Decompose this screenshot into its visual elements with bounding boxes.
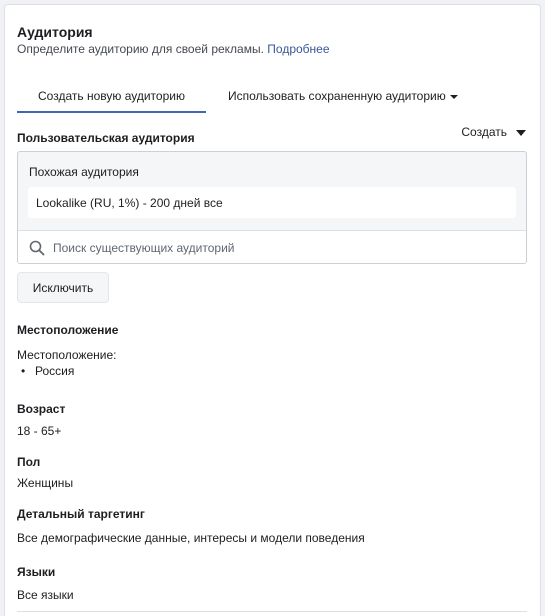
create-label: Создать [461, 125, 507, 139]
age-value: 18 - 65+ [17, 424, 62, 438]
audience-tabs: Создать новую аудиторию Использовать сох… [17, 79, 517, 113]
learn-more-link[interactable]: Подробнее [267, 42, 329, 56]
create-audience-dropdown[interactable]: Создать [461, 125, 526, 139]
detailed-targeting-heading: Детальный таргетинг [17, 507, 145, 521]
custom-audience-box: Похожая аудитория Lookalike (RU, 1%) - 2… [17, 151, 527, 264]
search-icon [29, 240, 45, 256]
section-title: Аудитория [17, 24, 93, 40]
section-subtitle: Определите аудиторию для своей рекламы. … [17, 42, 330, 56]
divider [17, 611, 527, 612]
chevron-down-icon [449, 94, 458, 99]
audience-search-input[interactable] [53, 239, 493, 257]
audience-card: Аудитория Определите аудиторию для своей… [4, 4, 541, 616]
tab-label: Создать новую аудиторию [38, 89, 185, 103]
subtitle-text: Определите аудиторию для своей рекламы. [17, 42, 264, 56]
tab-use-saved-audience[interactable]: Использовать сохраненную аудиторию [228, 79, 458, 113]
languages-value: Все языки [17, 588, 74, 602]
location-heading: Местоположение [17, 323, 119, 337]
detailed-targeting-value: Все демографические данные, интересы и м… [17, 531, 365, 545]
location-item-text: Россия [35, 364, 75, 378]
exclude-button[interactable]: Исключить [17, 272, 109, 303]
age-heading: Возраст [17, 402, 66, 416]
languages-heading: Языки [17, 565, 56, 579]
caret-down-icon [516, 129, 526, 136]
audience-search-row[interactable] [18, 230, 526, 263]
location-sub-label: Местоположение: [17, 348, 117, 362]
gender-heading: Пол [17, 455, 41, 469]
location-item: Россия [21, 364, 75, 378]
lookalike-heading: Похожая аудитория [29, 165, 139, 179]
tab-label: Использовать сохраненную аудиторию [228, 89, 446, 103]
custom-audience-label: Пользовательская аудитория [17, 131, 195, 145]
tab-create-new-audience[interactable]: Создать новую аудиторию [17, 79, 206, 113]
selected-audience-chip[interactable]: Lookalike (RU, 1%) - 200 дней все [28, 187, 516, 218]
gender-value: Женщины [17, 476, 74, 490]
